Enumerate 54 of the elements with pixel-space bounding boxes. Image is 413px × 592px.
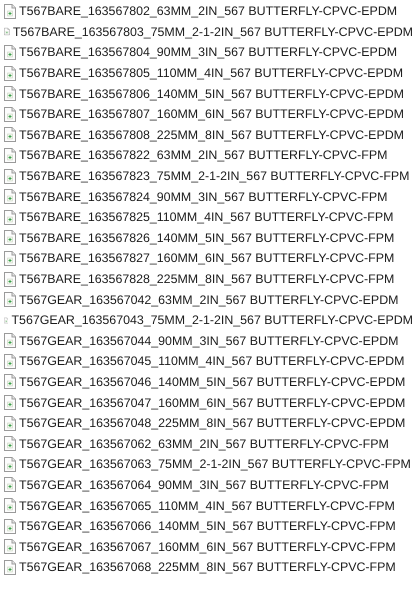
file-name[interactable]: T567BARE_163567822_63MM_2IN_567 BUTTERFLY-CPVC-FPM (19, 148, 388, 162)
document-icon (4, 333, 16, 348)
file-name[interactable]: T567GEAR_163567063_75MM_2-1-2IN_567 BUTTERFLY-CPVC-FPM (19, 457, 411, 472)
file-name[interactable]: T567BARE_163567825_110MM_4IN_567 BUTTERFLY-CPVC-FPM (19, 210, 394, 224)
file-name[interactable]: T567GEAR_163567048_225MM_8IN_567 BUTTERFLY-CPVC-EPDM (19, 416, 406, 430)
file-name[interactable]: T567BARE_163567803_75MM_2-1-2IN_567 BUTTERFLY-CPVC-EPDM (12, 24, 413, 39)
document-icon (4, 477, 16, 492)
document-icon (4, 148, 16, 163)
document-icon (4, 416, 16, 431)
file-name[interactable]: T567GEAR_163567047_160MM_6IN_567 BUTTERFLY-CPVC-EPDM (19, 396, 406, 410)
file-name[interactable]: T567GEAR_163567046_140MM_5IN_567 BUTTERFLY-CPVC-EPDM (19, 374, 406, 389)
file-name[interactable]: T567GEAR_163567064_90MM_3IN_567 BUTTERFLY-CPVC-FPM (19, 478, 389, 492)
document-icon (4, 4, 16, 19)
document-icon (4, 354, 16, 369)
file-name[interactable]: T567BARE_163567804_90MM_3IN_567 BUTTERFLY-CPVC-EPDM (19, 45, 398, 60)
document-icon (4, 210, 16, 225)
file-name[interactable]: T567BARE_163567828_225MM_8IN_567 BUTTERFLY-CPVC-FPM (19, 272, 394, 286)
document-icon (4, 436, 16, 452)
file-name[interactable]: T567GEAR_163567068_225MM_8IN_567 BUTTERFLY-CPVC-FPM (19, 560, 396, 574)
document-icon (4, 127, 16, 142)
document-icon (4, 374, 16, 390)
document-icon (4, 292, 16, 308)
document-icon (4, 498, 16, 514)
document-icon (4, 168, 16, 184)
document-icon (4, 230, 16, 246)
document-icon (4, 250, 16, 266)
file-name[interactable]: T567GEAR_163567067_160MM_6IN_567 BUTTERFLY-CPVC-FPM (19, 540, 396, 554)
document-icon (4, 189, 16, 204)
document-icon (4, 518, 16, 534)
file-name[interactable]: T567GEAR_163567065_110MM_4IN_567 BUTTERFLY-CPVC-FPM (19, 498, 395, 513)
file-name[interactable]: T567GEAR_163567066_140MM_5IN_567 BUTTERFLY-CPVC-FPM (19, 519, 396, 534)
file-name[interactable]: T567BARE_163567802_63MM_2IN_567 BUTTERFLY-CPVC-EPDM (19, 4, 398, 18)
document-icon (4, 539, 16, 554)
file-name[interactable]: T567BARE_163567824_90MM_3IN_567 BUTTERFLY-CPVC-FPM (19, 190, 388, 204)
file-name[interactable]: T567GEAR_163567042_63MM_2IN_567 BUTTERFLY-CPVC-EPDM (19, 292, 398, 307)
document-icon (4, 395, 16, 410)
file-name[interactable]: T567BARE_163567806_140MM_5IN_567 BUTTERFLY-CPVC-EPDM (19, 86, 404, 101)
document-icon (4, 66, 16, 81)
file-name[interactable]: T567BARE_163567827_160MM_6IN_567 BUTTERFLY-CPVC-FPM (19, 251, 394, 266)
file-name[interactable]: T567GEAR_163567043_75MM_2-1-2IN_567 BUTTERFLY-CPVC-EPDM (11, 313, 413, 328)
document-icon (4, 456, 16, 472)
document-icon (4, 106, 16, 122)
file-name[interactable]: T567BARE_163567826_140MM_5IN_567 BUTTERFLY-CPVC-FPM (19, 230, 394, 245)
file-name[interactable]: T567BARE_163567805_110MM_4IN_567 BUTTERFLY-CPVC-EPDM (19, 66, 404, 80)
document-icon (4, 86, 16, 102)
file-name[interactable]: T567BARE_163567823_75MM_2-1-2IN_567 BUTTERFLY-CPVC-FPM (19, 169, 410, 184)
file-name[interactable]: T567GEAR_163567044_90MM_3IN_567 BUTTERFLY-CPVC-EPDM (19, 334, 398, 348)
document-icon (4, 44, 16, 60)
document-icon (4, 560, 16, 575)
file-name[interactable]: T567GEAR_163567045_110MM_4IN_567 BUTTERFLY-CPVC-EPDM (19, 354, 404, 368)
file-name[interactable]: T567BARE_163567807_160MM_6IN_567 BUTTERFLY-CPVC-EPDM (19, 107, 404, 122)
file-name[interactable]: T567BARE_163567808_225MM_8IN_567 BUTTERFLY-CPVC-EPDM (19, 128, 404, 142)
document-icon (4, 272, 16, 287)
file-name[interactable]: T567GEAR_163567062_63MM_2IN_567 BUTTERFLY-CPVC-FPM (19, 436, 389, 451)
